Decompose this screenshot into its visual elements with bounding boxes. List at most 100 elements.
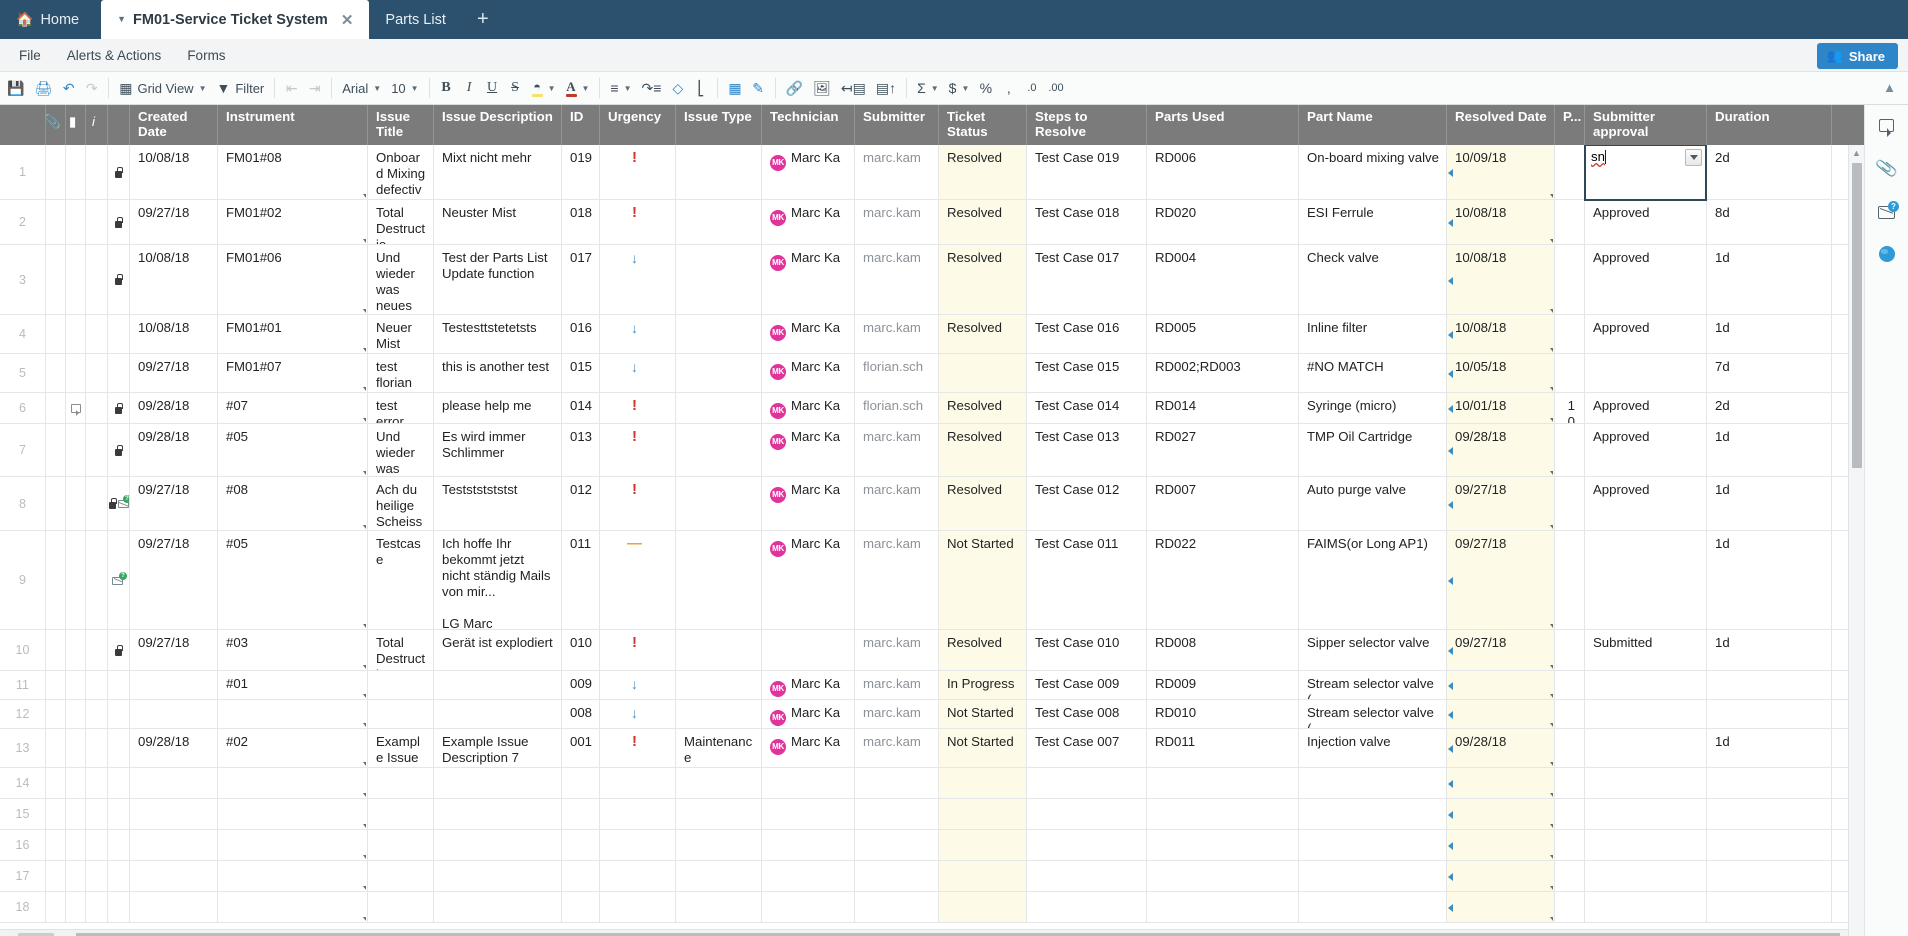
grid-view-button[interactable]: ▦ Grid View ▼ (114, 76, 211, 101)
cell-submitter[interactable]: marc.kam (855, 671, 939, 699)
cell-issue_type[interactable] (676, 630, 762, 670)
cell-id[interactable] (562, 768, 600, 798)
cell-part_name[interactable] (1299, 830, 1447, 860)
cell-ticket_status[interactable]: Resolved (939, 200, 1027, 244)
cell-technician[interactable] (762, 630, 855, 670)
cell-parts_used[interactable] (1147, 830, 1299, 860)
cell-duration[interactable] (1707, 799, 1832, 829)
row-indicator-gutter[interactable] (108, 245, 130, 314)
collapse-toolbar-icon[interactable]: ▲ (1883, 80, 1896, 95)
cell-urgency[interactable]: ↓ (600, 354, 676, 392)
share-button[interactable]: 👥 Share (1816, 43, 1898, 69)
cell-duration[interactable]: 1d (1707, 477, 1832, 530)
cell-id[interactable]: 009 (562, 671, 600, 699)
cell-attach[interactable] (46, 424, 66, 476)
cell-submitter_approval[interactable]: Approved (1585, 393, 1707, 423)
cell-info[interactable] (86, 729, 108, 767)
cell-duration[interactable]: 1d (1707, 315, 1832, 353)
cell-ticket_status[interactable]: Resolved (939, 315, 1027, 353)
cell-submitter[interactable]: marc.kam (855, 630, 939, 670)
cell-technician[interactable]: MK Marc Ka (762, 354, 855, 392)
cell-part_name[interactable]: Injection valve (1299, 729, 1447, 767)
cell-issue_title[interactable]: Und wieder was (368, 424, 434, 476)
column-header-id[interactable]: ID (562, 105, 600, 145)
underline-button[interactable]: U (481, 76, 504, 101)
cell-submitter_approval[interactable] (1585, 700, 1707, 728)
row-number[interactable]: 18 (0, 892, 46, 922)
comma-button[interactable]: , (997, 76, 1020, 101)
table-row[interactable]: 2 09/27/18FM01#02Total DestructioNeuster … (0, 200, 1864, 245)
cell-attach[interactable] (46, 354, 66, 392)
cell-submitter[interactable]: marc.kam (855, 315, 939, 353)
borders-icon[interactable]: ▦ (723, 76, 746, 101)
update-request-icon[interactable]: ? (117, 495, 129, 509)
cell-info[interactable] (86, 861, 108, 891)
table-row[interactable]: 8?09/27/18#08Ach du heilige Scheisse!Tes… (0, 477, 1864, 531)
row-indicator-gutter[interactable] (108, 671, 130, 699)
cell-issue_type[interactable] (676, 315, 762, 353)
table-row[interactable]: 9? 09/27/18 #05 Testcase Ich hoffe Ihr bekom… (0, 531, 1864, 630)
cell-issue_description[interactable]: Ich hoffe Ihr bekommt jetzt nicht ständi… (434, 531, 562, 629)
cell-id[interactable]: 015 (562, 354, 600, 392)
cell-instrument[interactable]: #01 (218, 671, 368, 699)
cell-ticket_status[interactable]: Resolved (939, 630, 1027, 670)
cell-attach[interactable] (46, 671, 66, 699)
cell-issue_type[interactable] (676, 245, 762, 314)
cell-technician[interactable]: MK Marc Ka (762, 477, 855, 530)
cell-parts_used[interactable]: RD011 (1147, 729, 1299, 767)
table-row[interactable]: 1309/28/18#02Example Issue 7Example Issu… (0, 729, 1864, 768)
outdent-row-icon[interactable]: ↤▤ (836, 76, 871, 101)
cell-id[interactable]: 013 (562, 424, 600, 476)
cell-technician[interactable] (762, 861, 855, 891)
cell-issue_type[interactable] (676, 477, 762, 530)
row-number[interactable]: 3 (0, 245, 46, 314)
cell-issue_description[interactable]: Testststststst (434, 477, 562, 530)
cell-resolved_date[interactable]: 10/08/18 (1447, 200, 1555, 244)
cell-resolved_date[interactable]: 10/08/18 (1447, 245, 1555, 314)
cell-part_name[interactable]: On-board mixing valve (1299, 145, 1447, 199)
cell-issue_description[interactable] (434, 892, 562, 922)
cell-submitter_approval[interactable]: Approved (1585, 315, 1707, 353)
cell-id[interactable]: 001 (562, 729, 600, 767)
redo-icon[interactable]: ↷ (80, 76, 103, 101)
cell-submitter[interactable]: marc.kam (855, 200, 939, 244)
cell-instrument[interactable]: FM01#01 (218, 315, 368, 353)
cell-issue_title[interactable] (368, 700, 434, 728)
comment-icon[interactable] (70, 403, 81, 416)
cell-p_count[interactable] (1555, 671, 1585, 699)
cell-ticket_status[interactable]: In Progress (939, 671, 1027, 699)
cell-duration[interactable]: 1d (1707, 245, 1832, 314)
cell-resolved_date[interactable]: 09/28/18 (1447, 424, 1555, 476)
cell-info[interactable] (86, 531, 108, 629)
cell-created_date[interactable]: 09/28/18 (130, 729, 218, 767)
cell-created_date[interactable]: 09/28/18 (130, 424, 218, 476)
cell-resolved_date[interactable]: 10/05/18 (1447, 354, 1555, 392)
cell-info[interactable] (86, 477, 108, 530)
insert-row-icon[interactable]: ▤↑ (871, 76, 901, 101)
column-header-technician[interactable]: Technician (762, 105, 855, 145)
cell-created_date[interactable]: 09/27/18 (130, 354, 218, 392)
cell-submitter_approval[interactable] (1585, 354, 1707, 392)
table-row[interactable]: 1009/27/18#03Total DestructioGerät ist e… (0, 630, 1864, 671)
cell-part_name[interactable]: Stream selector valve ( (1299, 700, 1447, 728)
attachment-icon[interactable]: 📎 (46, 105, 66, 145)
column-header-steps_to_resolve[interactable]: Steps to Resolve (1027, 105, 1147, 145)
cell-ticket_status[interactable]: Resolved (939, 145, 1027, 199)
row-number[interactable]: 2 (0, 200, 46, 244)
cell-resolved_date[interactable]: 10/09/18 (1447, 145, 1555, 199)
cell-parts_used[interactable]: RD009 (1147, 671, 1299, 699)
cell-urgency[interactable] (600, 861, 676, 891)
cell-comment[interactable] (66, 861, 86, 891)
menu-file[interactable]: File (6, 39, 54, 72)
cell-parts_used[interactable]: RD020 (1147, 200, 1299, 244)
grid-body[interactable]: 110/08/18FM01#08Onboard Mixing defective… (0, 145, 1864, 929)
cell-resolved_date[interactable]: 10/08/18 (1447, 315, 1555, 353)
cell-urgency[interactable]: ! (600, 729, 676, 767)
cell-instrument[interactable] (218, 861, 368, 891)
cell-submitter_approval[interactable] (1585, 729, 1707, 767)
cell-duration[interactable]: 2d (1707, 393, 1832, 423)
table-row[interactable]: 7 09/28/18 #05 Und wieder was Es wird immer … (0, 424, 1864, 477)
cell-issue_title[interactable] (368, 671, 434, 699)
cell-duration[interactable]: 8d (1707, 200, 1832, 244)
cell-comment[interactable] (66, 200, 86, 244)
